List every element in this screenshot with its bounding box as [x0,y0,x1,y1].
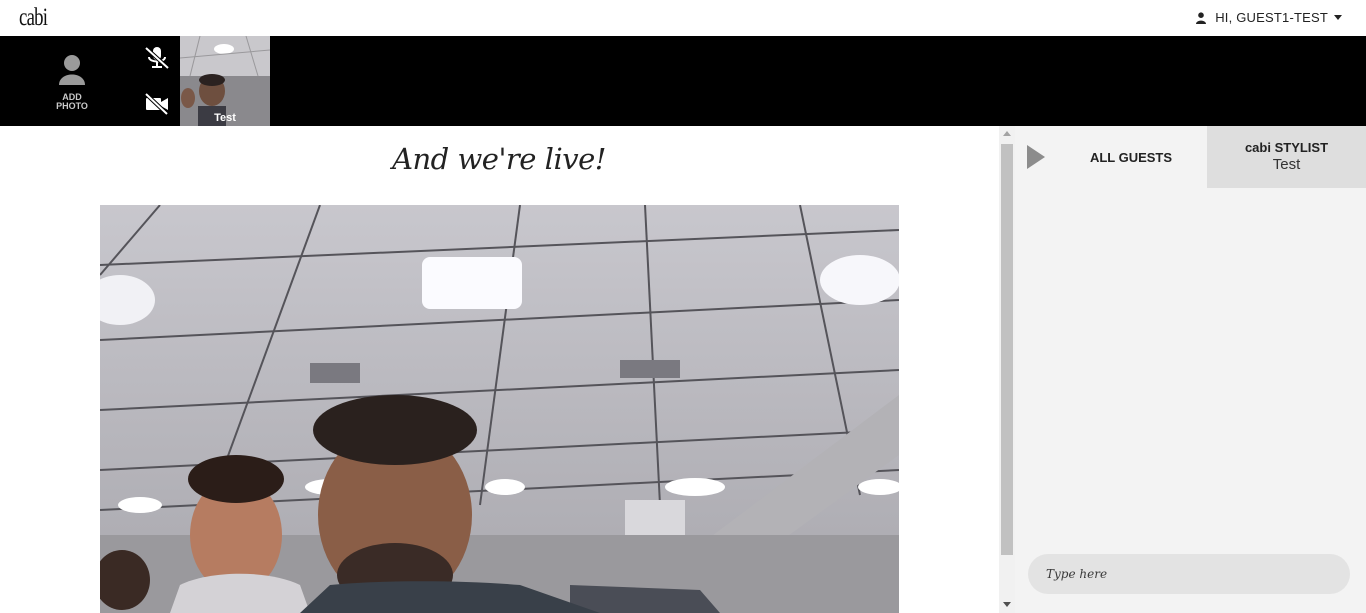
camera-off-icon [144,92,169,116]
user-icon [1196,11,1207,24]
tab-stylist-title: cabi STYLIST [1244,140,1329,155]
participant-name: Test [214,112,236,124]
video-frame [100,205,899,613]
chat-sidebar: ALL GUESTS cabi STYLIST Test [1015,126,1366,613]
page-scrollbar[interactable] [999,126,1015,613]
user-menu[interactable]: HI, GUEST1-TEST [1195,10,1342,25]
add-photo-button[interactable]: ADD PHOTO [40,54,104,114]
tab-cabi-stylist[interactable]: cabi STYLIST Test [1207,126,1366,188]
scroll-down-arrow-icon[interactable] [1003,602,1011,607]
microphone-muted-icon [144,46,170,70]
scrollbar-thumb[interactable] [1001,144,1013,555]
participant-video-tile[interactable]: Test [180,36,270,126]
scroll-up-arrow-icon[interactable] [1003,131,1011,136]
add-photo-label: ADD PHOTO [56,92,88,111]
collapse-arrow-icon[interactable] [1027,145,1045,169]
page-title: And we're live! [392,142,606,176]
caret-down-icon [1334,15,1342,20]
mute-microphone-button[interactable] [143,46,171,70]
main-stage: And we're live! [0,126,998,613]
tab-stylist-name: Test [1272,156,1301,173]
user-greeting: HI, GUEST1-TEST [1215,10,1328,25]
top-bar: cabi HI, GUEST1-TEST [0,0,1366,36]
toggle-camera-button[interactable] [143,92,171,117]
main-video-feed [100,205,899,613]
cabi-logo[interactable]: cabi [19,4,48,32]
chat-message-input[interactable] [1028,554,1350,594]
tab-all-guests[interactable]: ALL GUESTS [1055,126,1207,188]
participant-strip: ADD PHOTO Test [0,36,1366,126]
avatar-placeholder-icon [59,55,85,85]
